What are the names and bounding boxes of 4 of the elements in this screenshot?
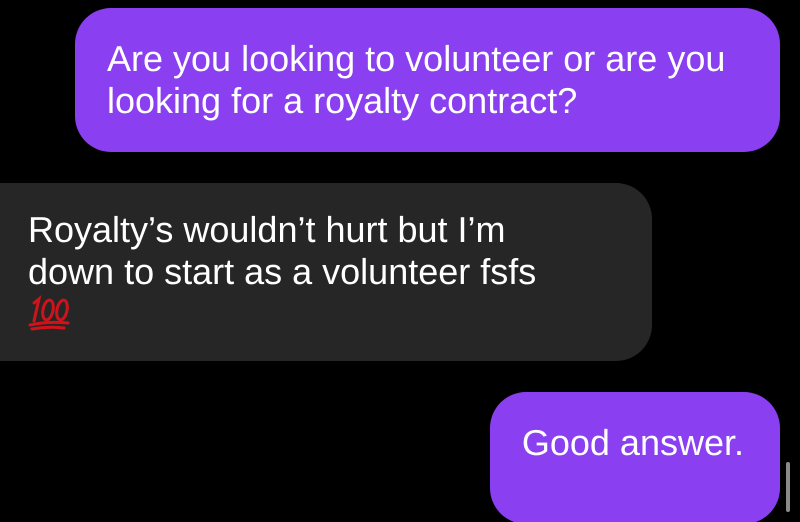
message-text: Are you looking to volunteer or are you looking for a royalty contract? xyxy=(107,38,726,122)
message-text: Royalty’s wouldn’t hurt but I’m down to start as a volunteer fsfs xyxy=(28,209,538,293)
scrollbar xyxy=(786,462,790,512)
message-text: Good answer. xyxy=(522,422,744,464)
